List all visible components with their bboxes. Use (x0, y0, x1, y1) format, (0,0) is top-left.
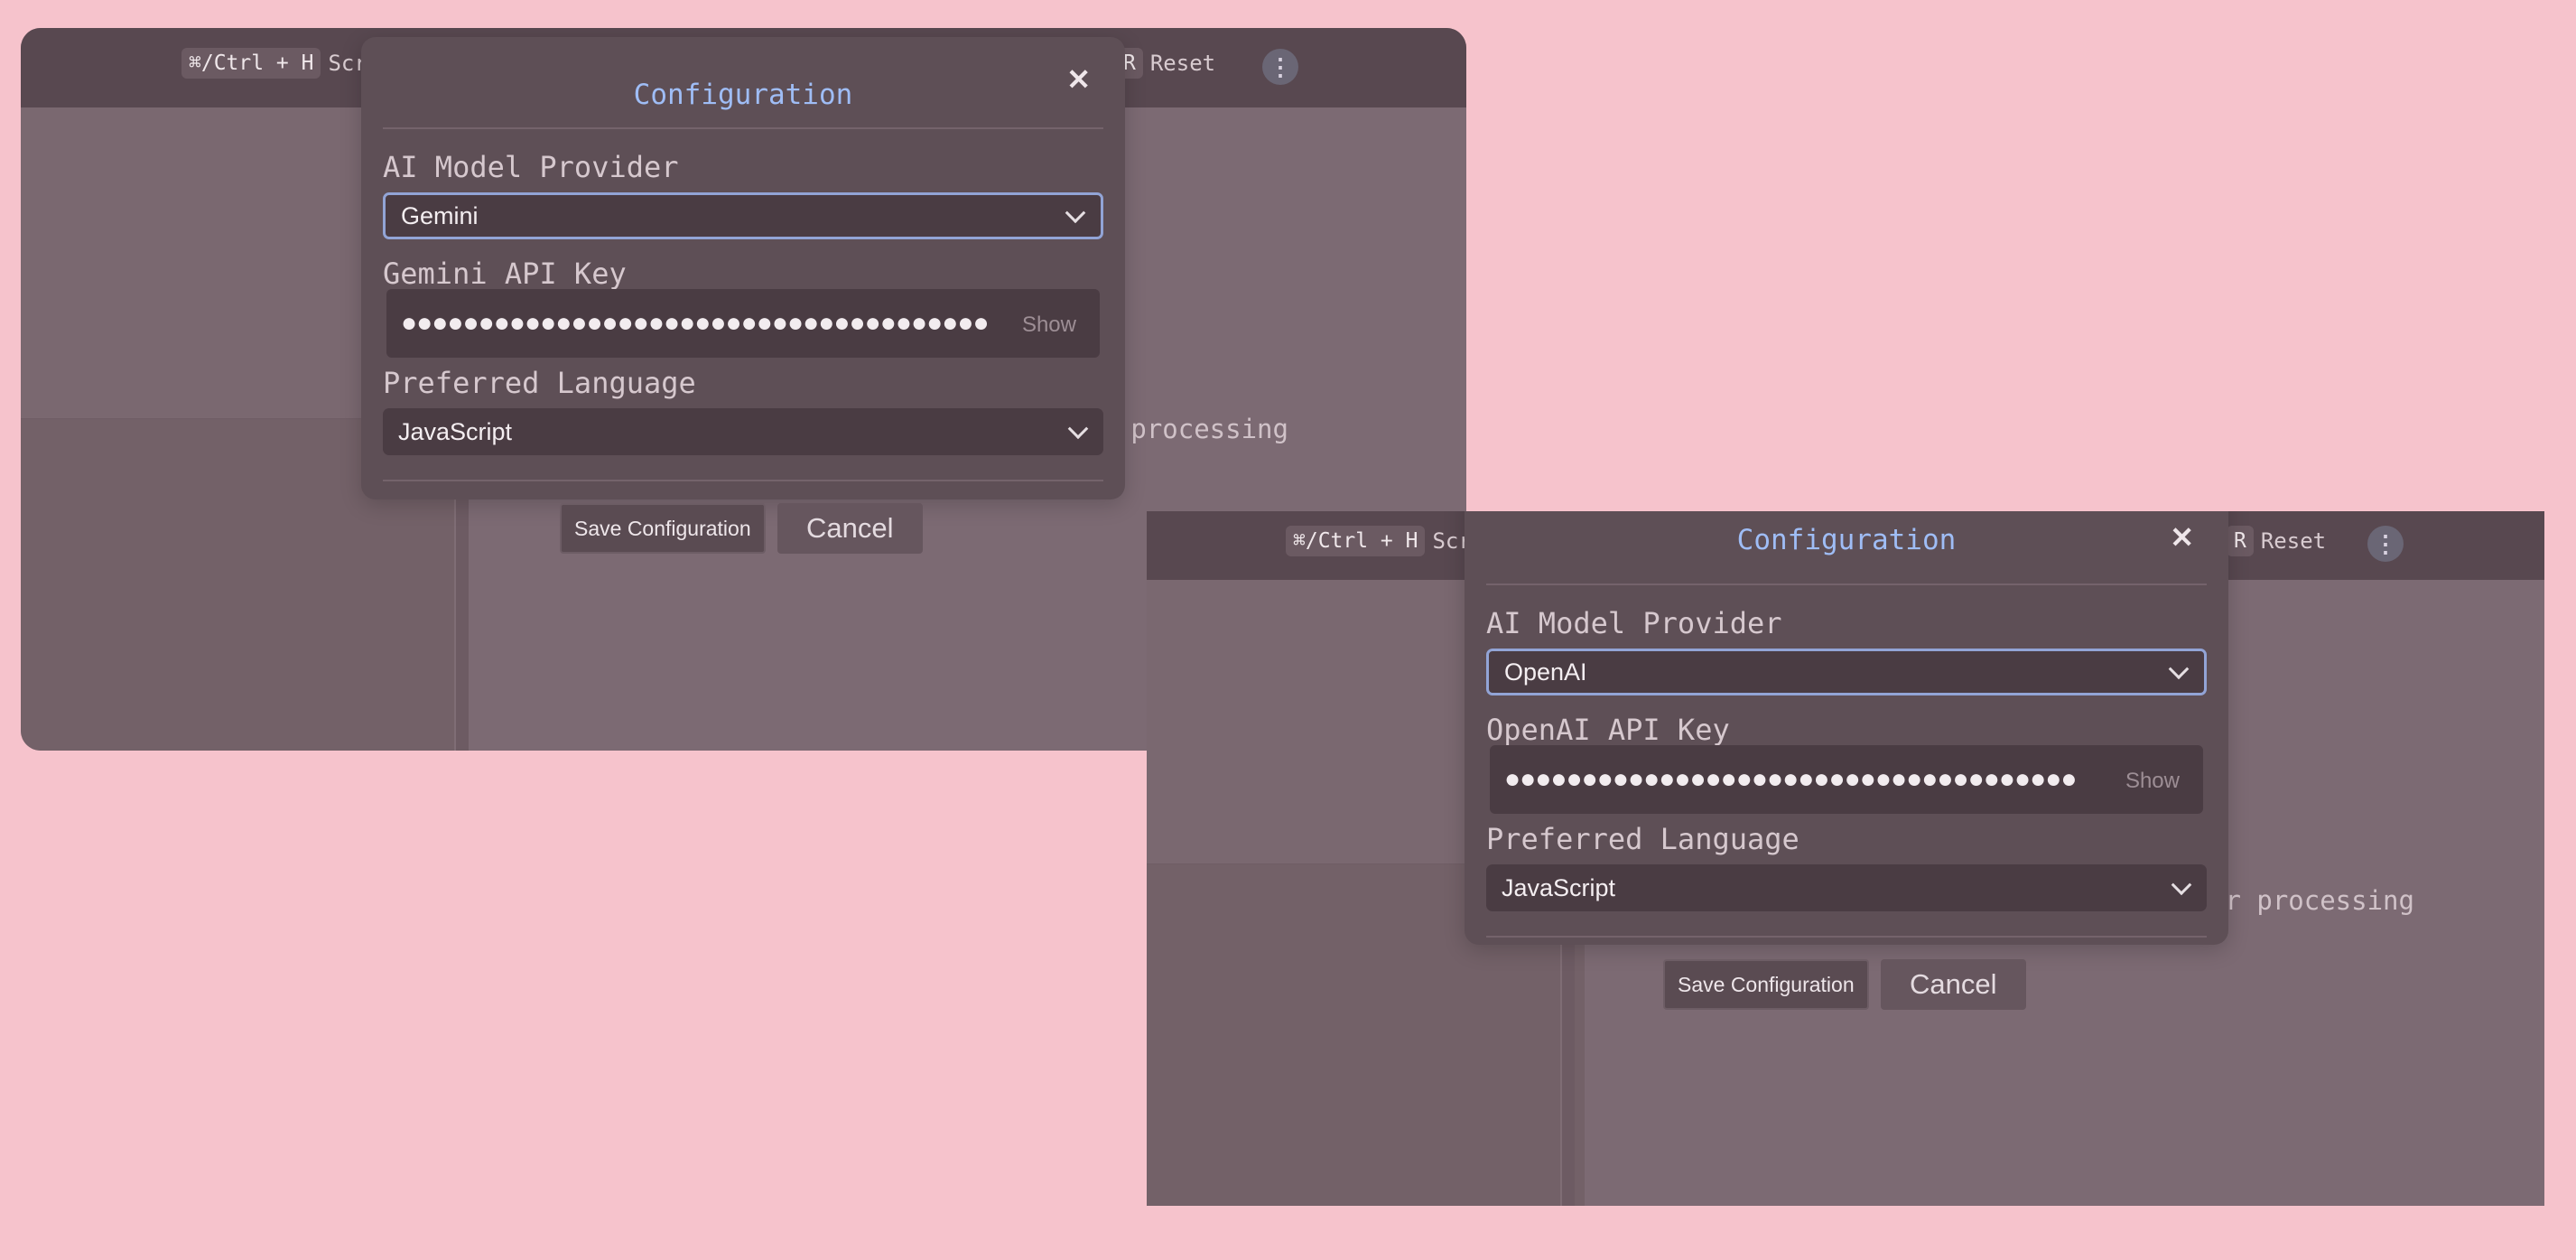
more-menu-icon[interactable]: ⋮ (2367, 526, 2404, 562)
api-key-label: OpenAI API Key (1486, 713, 1730, 747)
shortcut-key: ⌘/Ctrl + H (1286, 526, 1426, 556)
screenshot-shortcut[interactable]: ⌘/Ctrl + H Scr (1286, 526, 1472, 556)
reset-shortcut[interactable]: R Reset (1116, 48, 1215, 79)
save-configuration-button[interactable]: Save Configuration (1663, 959, 1869, 1010)
cancel-button[interactable]: Cancel (777, 503, 923, 554)
chevron-down-icon (1065, 202, 1086, 224)
status-text: er processing (2209, 885, 2414, 916)
dialog-title: Configuration (1736, 524, 1957, 556)
api-key-value: ●●●●●●●●●●●●●●●●●●●●●●●●●●●●●●●●●●●●●● (401, 308, 990, 338)
divider (1486, 583, 2207, 585)
close-icon[interactable]: ✕ (2170, 520, 2194, 555)
divider (383, 480, 1103, 481)
show-key-button[interactable]: Show (2125, 769, 2180, 794)
screenshot-shortcut[interactable]: ⌘/Ctrl + H Scr (181, 48, 367, 79)
language-select[interactable]: JavaScript (383, 408, 1103, 455)
language-label: Preferred Language (383, 366, 696, 400)
shortcut-key: R (2227, 526, 2254, 556)
language-value: JavaScript (398, 417, 513, 445)
close-icon[interactable]: ✕ (1066, 62, 1091, 97)
chevron-down-icon (2168, 658, 2190, 680)
cancel-button[interactable]: Cancel (1881, 959, 2026, 1010)
configuration-dialog: Configuration ✕ AI Model Provider Gemini… (361, 37, 1125, 554)
app-window-openai: ⌘/Ctrl + H Scr R Reset ⋮ er processing C… (1147, 511, 2544, 1206)
configuration-dialog: Configuration ✕ AI Model Provider OpenAI… (1465, 511, 2228, 1010)
provider-label: AI Model Provider (383, 150, 679, 184)
language-select[interactable]: JavaScript (1486, 864, 2207, 911)
divider (1486, 936, 2207, 938)
chevron-down-icon (1067, 418, 1089, 440)
dialog-title: Configuration (633, 79, 853, 111)
show-key-button[interactable]: Show (1022, 313, 1076, 338)
provider-value: OpenAI (1504, 658, 1587, 686)
reset-label: Reset (2260, 528, 2327, 554)
reset-label: Reset (1149, 51, 1216, 76)
provider-select[interactable]: OpenAI (1486, 649, 2207, 695)
language-value: JavaScript (1502, 873, 1616, 901)
api-key-value: ●●●●●●●●●●●●●●●●●●●●●●●●●●●●●●●●●●●●● (1504, 764, 2077, 794)
divider (383, 127, 1103, 129)
chevron-down-icon (2171, 874, 2192, 896)
api-key-input[interactable]: ●●●●●●●●●●●●●●●●●●●●●●●●●●●●●●●●●●●●● Sh… (1490, 745, 2203, 814)
api-key-label: Gemini API Key (383, 257, 627, 291)
shortcut-key: ⌘/Ctrl + H (181, 48, 321, 79)
provider-select[interactable]: Gemini (383, 192, 1103, 239)
provider-value: Gemini (401, 201, 479, 229)
reset-shortcut[interactable]: R Reset (2227, 526, 2326, 556)
api-key-input[interactable]: ●●●●●●●●●●●●●●●●●●●●●●●●●●●●●●●●●●●●●● S… (386, 289, 1100, 358)
provider-label: AI Model Provider (1486, 606, 1782, 640)
save-configuration-button[interactable]: Save Configuration (560, 503, 766, 554)
more-menu-icon[interactable]: ⋮ (1262, 49, 1298, 85)
language-label: Preferred Language (1486, 822, 1799, 856)
